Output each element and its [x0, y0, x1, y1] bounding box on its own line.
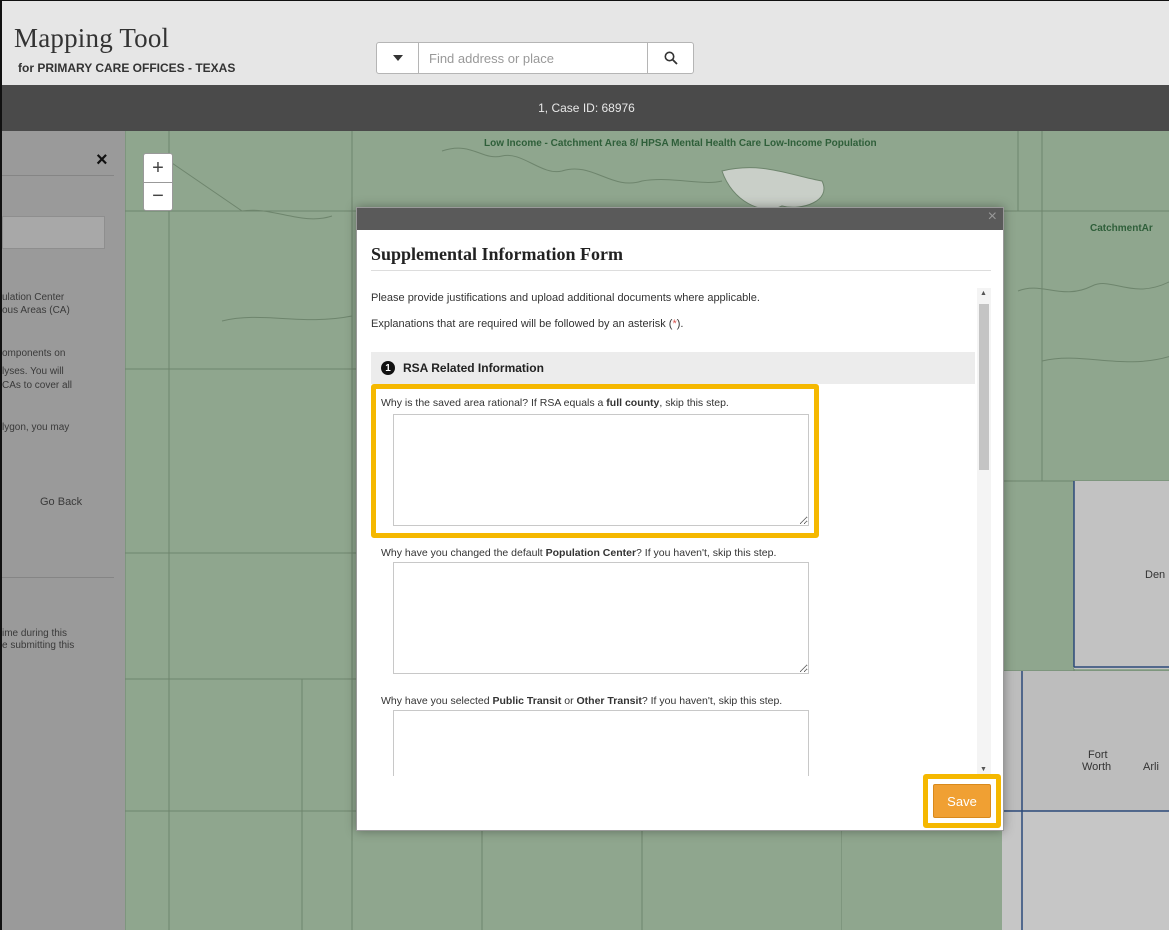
- question-label-2: Why have you changed the default Populat…: [381, 547, 776, 559]
- side-text-line: e submitting this: [2, 640, 75, 651]
- side-text-line: CAs to cover all: [2, 380, 73, 391]
- side-text-line: lyses. You will: [2, 366, 64, 377]
- supplemental-form-modal: × Supplemental Information Form Please p…: [356, 207, 1004, 831]
- scrollbar-thumb[interactable]: [979, 304, 989, 470]
- form-required-note: Explanations that are required will be f…: [371, 318, 683, 330]
- form-intro-text: Please provide justifications and upload…: [371, 292, 760, 304]
- side-text-line: ous Areas (CA): [2, 305, 70, 316]
- caret-down-icon: [392, 55, 403, 61]
- section-title: RSA Related Information: [403, 361, 544, 375]
- question-bold-text: Population Center: [545, 547, 637, 559]
- go-back-link[interactable]: Go Back: [40, 496, 82, 508]
- transit-textarea[interactable]: [393, 710, 809, 776]
- question-text: ? If you haven't, skip this step.: [641, 695, 783, 707]
- city-label-arlington: Arli: [1143, 761, 1159, 773]
- modal-title: Supplemental Information Form: [371, 244, 623, 264]
- app-header: Mapping Tool for PRIMARY CARE OFFICES - …: [2, 1, 1169, 85]
- case-id-bar: 1, Case ID: 68976: [2, 85, 1169, 131]
- city-label-denton: Den: [1145, 569, 1166, 581]
- search-button[interactable]: [647, 43, 693, 73]
- section-header-rsa: 1 RSA Related Information: [371, 352, 975, 384]
- scroll-down-arrow-icon[interactable]: ▼: [980, 766, 987, 773]
- form-scrollbar[interactable]: ▲ ▼: [977, 288, 991, 778]
- zoom-control: + −: [143, 153, 173, 211]
- screenshot-frame: Mapping Tool for PRIMARY CARE OFFICES - …: [0, 0, 1169, 930]
- side-divider: [2, 175, 114, 176]
- question-bold-text: Other Transit: [576, 695, 642, 707]
- highlight-box-save: Save: [923, 774, 1001, 828]
- search-input[interactable]: [419, 43, 647, 73]
- side-panel: × ulation Center ous Areas (CA) omponent…: [2, 131, 125, 930]
- population-center-textarea[interactable]: [393, 562, 809, 674]
- question-bold-text: Public Transit: [492, 695, 562, 707]
- app-subtitle: for PRIMARY CARE OFFICES - TEXAS: [18, 61, 236, 75]
- search-box: [376, 42, 694, 74]
- modal-close-icon[interactable]: ×: [988, 208, 997, 226]
- modal-divider: [371, 270, 991, 271]
- save-button[interactable]: Save: [933, 784, 991, 818]
- city-label-fort: Fort: [1088, 749, 1108, 761]
- search-icon: [664, 51, 678, 65]
- side-divider: [2, 577, 114, 578]
- map-label-catchment: Low Income - Catchment Area 8/ HPSA Ment…: [484, 138, 877, 149]
- section-number-badge: 1: [381, 361, 395, 375]
- side-panel-box[interactable]: [2, 216, 105, 249]
- search-dropdown-button[interactable]: [377, 43, 419, 73]
- city-label-worth: Worth: [1082, 761, 1112, 773]
- app-title: Mapping Tool: [14, 23, 170, 53]
- question-text: Why have you selected: [381, 695, 493, 707]
- question-text: or: [561, 695, 577, 707]
- highlight-box-rationale: [371, 384, 819, 538]
- zoom-out-button[interactable]: −: [144, 182, 172, 210]
- question-text: ? If you haven't, skip this step.: [636, 547, 777, 559]
- side-panel-close-icon[interactable]: ×: [96, 149, 108, 172]
- question-label-3: Why have you selected Public Transit or …: [381, 695, 782, 707]
- modal-title-bar: ×: [357, 208, 1003, 230]
- required-note-text: Explanations that are required will be f…: [371, 318, 673, 330]
- map-label-catchment-right: CatchmentAr: [1090, 223, 1153, 234]
- zoom-in-button[interactable]: +: [144, 154, 172, 182]
- side-text-line: lygon, you may: [2, 422, 70, 433]
- scroll-up-arrow-icon[interactable]: ▲: [980, 290, 987, 297]
- side-text-line: ulation Center: [2, 292, 65, 303]
- side-text-line: omponents on: [2, 348, 66, 359]
- question-text: Why have you changed the default: [381, 547, 546, 559]
- required-note-end: ).: [676, 318, 684, 330]
